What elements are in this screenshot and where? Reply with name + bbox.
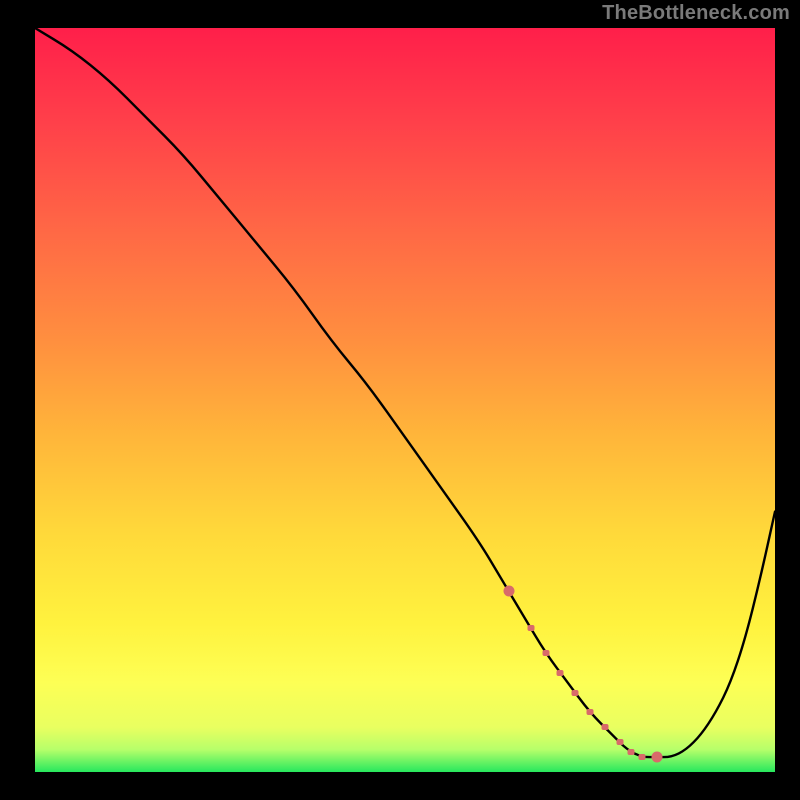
- bottleneck-curve: [35, 28, 775, 772]
- valley-mark: [627, 749, 634, 755]
- valley-mark: [572, 690, 579, 696]
- valley-mark: [503, 585, 514, 596]
- valley-mark: [527, 625, 534, 631]
- plot-area: [35, 28, 775, 772]
- valley-mark: [557, 670, 564, 676]
- valley-mark: [587, 709, 594, 715]
- valley-mark: [638, 754, 645, 760]
- valley-mark: [601, 724, 608, 730]
- watermark-text: TheBottleneck.com: [602, 2, 790, 25]
- valley-mark: [651, 752, 662, 763]
- valley-mark: [616, 739, 623, 745]
- valley-mark: [542, 650, 549, 656]
- bottleneck-curve-path: [35, 28, 775, 757]
